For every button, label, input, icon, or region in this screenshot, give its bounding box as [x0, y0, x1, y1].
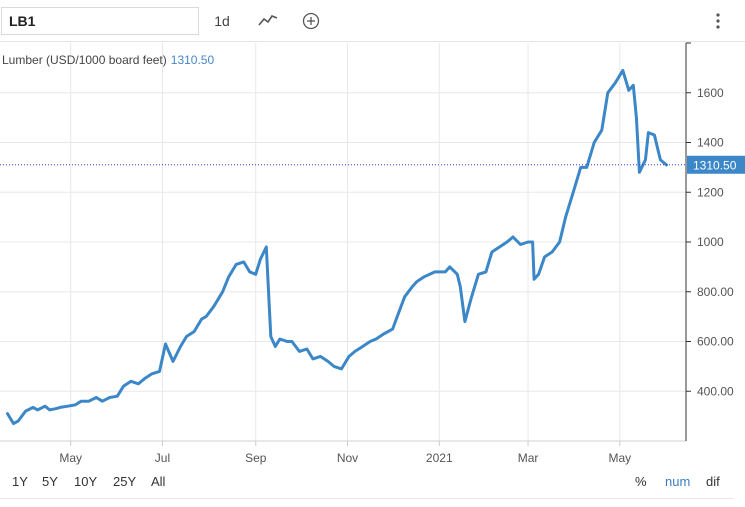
y-tick-label: 1400 [697, 136, 724, 150]
price-series-line [6, 68, 668, 426]
x-tick-label: Jul [155, 451, 170, 465]
x-tick-label: Nov [337, 451, 358, 465]
last-price-label: 1310.50 [693, 158, 737, 172]
mode-num-button[interactable]: num [665, 474, 690, 489]
bottom-divider [0, 498, 733, 499]
mode-percent-button[interactable]: % [635, 474, 647, 489]
range-25y-button[interactable]: 25Y [113, 474, 136, 489]
chart-title: Lumber (USD/1000 board feet) 1310.50 [2, 53, 214, 67]
price-chart[interactable]: May Jul Sep Nov 2021 Mar May 400.00 600.00 800.00… [0, 0, 745, 507]
y-tick-label: 800.00 [697, 285, 734, 299]
x-tick-label: Mar [518, 451, 539, 465]
chart-grid [0, 43, 686, 441]
last-price-marker: 1310.50 [0, 155, 745, 174]
range-5y-button[interactable]: 5Y [42, 474, 58, 489]
range-10y-button[interactable]: 10Y [74, 474, 97, 489]
y-tick-label: 600.00 [697, 335, 734, 349]
mode-dif-button[interactable]: dif [706, 474, 720, 489]
y-tick-label: 400.00 [697, 384, 734, 398]
y-tick-label: 1000 [697, 235, 724, 249]
x-tick-label: May [59, 451, 82, 465]
x-tick-label: Sep [245, 451, 267, 465]
chart-series [6, 68, 668, 426]
y-tick-label: 1600 [697, 86, 724, 100]
mode-selector: % num dif [633, 474, 733, 492]
range-1y-button[interactable]: 1Y [12, 474, 28, 489]
chart-axes: May Jul Sep Nov 2021 Mar May 400.00 600.00 800.00… [0, 42, 734, 465]
x-tick-label: 2021 [426, 451, 453, 465]
x-tick-label: May [608, 451, 631, 465]
chart-title-label: Lumber (USD/1000 board feet) [2, 53, 167, 67]
range-all-button[interactable]: All [151, 474, 165, 489]
y-tick-label: 1200 [697, 185, 724, 199]
chart-title-value: 1310.50 [170, 53, 215, 67]
